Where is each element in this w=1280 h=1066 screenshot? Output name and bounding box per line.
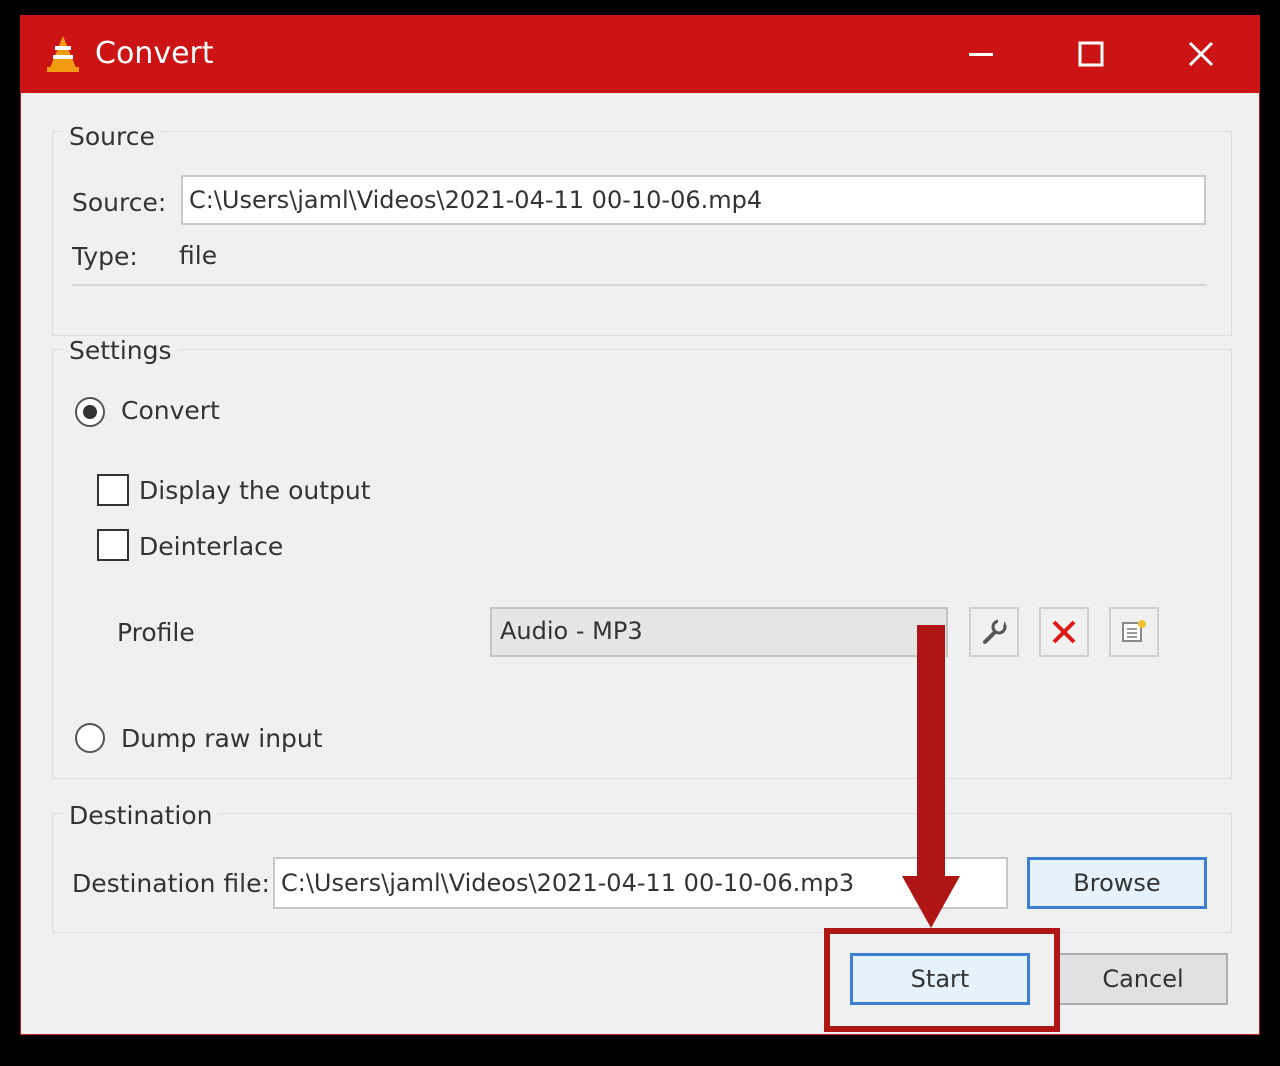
- wrench-icon: [983, 619, 1007, 644]
- title-bar[interactable]: Convert: [21, 16, 1259, 93]
- edit-profile-button[interactable]: [969, 607, 1019, 657]
- destination-file-label: Destination file:: [72, 869, 270, 898]
- settings-group-label: Settings: [63, 336, 178, 366]
- delete-x-icon: [1052, 620, 1076, 644]
- source-label: Source:: [72, 188, 167, 217]
- delete-profile-button[interactable]: [1039, 607, 1089, 657]
- maximize-button[interactable]: [1061, 26, 1121, 81]
- close-icon: [1188, 41, 1214, 66]
- source-path-field[interactable]: [181, 175, 1206, 225]
- minimize-icon: [969, 52, 993, 56]
- source-group: [52, 131, 1232, 336]
- convert-dialog: Convert Source Source: Type: file Settin…: [20, 15, 1260, 1035]
- convert-label[interactable]: Convert: [121, 396, 220, 426]
- window-title: Convert: [95, 36, 214, 71]
- type-value: file: [179, 241, 218, 270]
- settings-group: [52, 349, 1232, 779]
- dump-raw-radio[interactable]: [75, 723, 105, 753]
- start-button[interactable]: Start: [850, 953, 1030, 1005]
- browse-button[interactable]: Browse: [1027, 857, 1207, 909]
- cancel-button[interactable]: Cancel: [1058, 953, 1228, 1005]
- deinterlace-checkbox[interactable]: [97, 529, 129, 561]
- maximize-icon: [1078, 41, 1104, 66]
- vlc-cone-icon: [47, 36, 79, 72]
- type-label: Type:: [72, 242, 138, 271]
- close-button[interactable]: [1171, 26, 1231, 81]
- destination-group-label: Destination: [63, 801, 219, 831]
- convert-radio[interactable]: [75, 397, 105, 427]
- display-output-label[interactable]: Display the output: [139, 476, 371, 506]
- dump-raw-label[interactable]: Dump raw input: [121, 724, 323, 754]
- source-separator: [72, 284, 1207, 286]
- source-group-label: Source: [63, 122, 161, 152]
- profile-label: Profile: [117, 618, 195, 647]
- destination-file-field[interactable]: [273, 857, 1008, 909]
- display-output-checkbox[interactable]: [97, 474, 129, 506]
- profile-select[interactable]: Audio - MP3: [490, 607, 948, 657]
- new-profile-button[interactable]: [1109, 607, 1159, 657]
- minimize-button[interactable]: [951, 26, 1011, 81]
- deinterlace-label[interactable]: Deinterlace: [139, 532, 283, 562]
- new-profile-icon: [1122, 620, 1146, 642]
